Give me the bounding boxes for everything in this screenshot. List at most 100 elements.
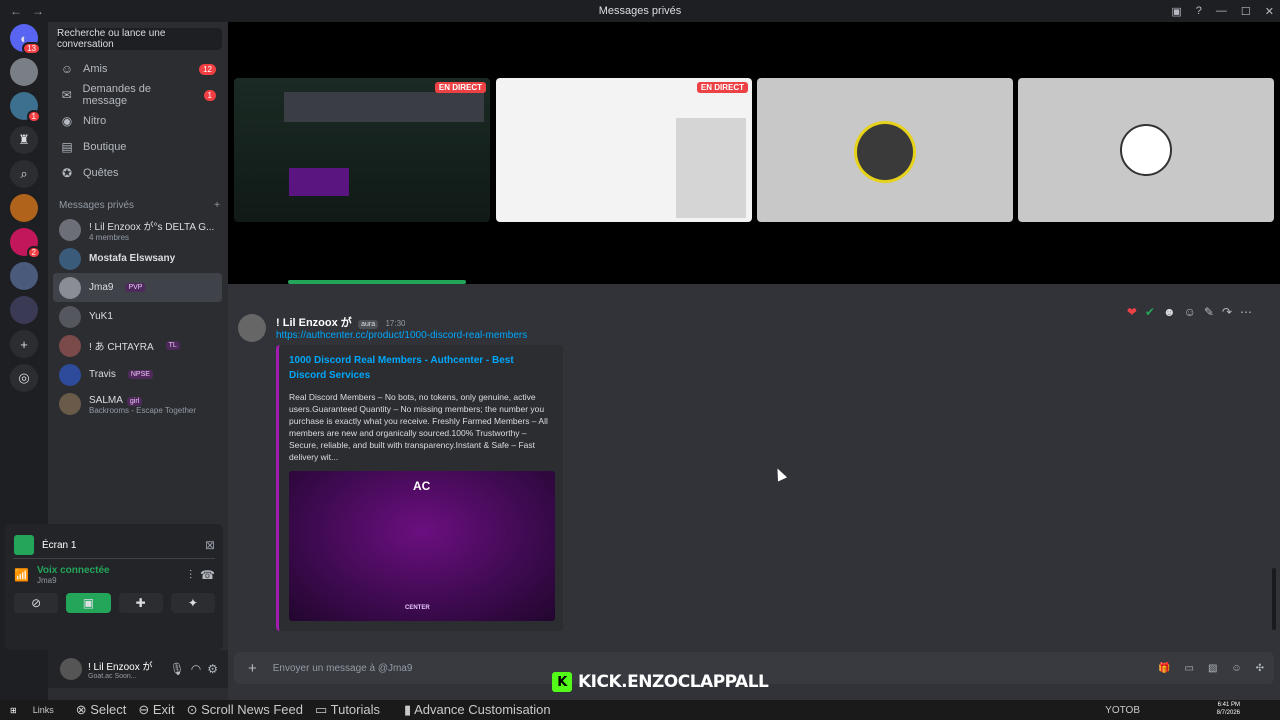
soundboard-button[interactable]: ✦: [170, 593, 215, 613]
dm-name: Mostafa Elswsany: [89, 253, 176, 264]
minimize-icon[interactable]: —: [1216, 5, 1227, 17]
avatar[interactable]: [60, 658, 82, 680]
shop-icon: ▤: [61, 140, 73, 154]
forward-arrow-icon[interactable]: →: [32, 4, 44, 18]
close-icon[interactable]: ✕: [1265, 5, 1274, 18]
camera-off-button[interactable]: ⊘: [14, 593, 59, 613]
stream-tile[interactable]: EN DIRECT: [496, 78, 752, 222]
avatar: [59, 392, 81, 415]
taskbar-item[interactable]: ⊙ Scroll News Feed: [187, 702, 303, 718]
edit-icon[interactable]: ✎: [1204, 305, 1214, 319]
apps-icon[interactable]: ✣: [1256, 663, 1264, 674]
quests-icon: ✪: [61, 166, 73, 180]
stream-tile[interactable]: [757, 78, 1013, 222]
add-reaction-icon[interactable]: ☺: [1184, 305, 1196, 319]
message-link[interactable]: https://authcenter.cc/product/1000-disco…: [276, 330, 527, 341]
server-icon[interactable]: [10, 58, 38, 86]
server-icon[interactable]: 1: [10, 92, 41, 123]
nav-quests[interactable]: ✪ Quêtes: [54, 160, 222, 186]
dm-item[interactable]: Travis NPSE: [53, 360, 222, 389]
nav-arrows: ← →: [0, 4, 44, 18]
taskbar-item[interactable]: ⊖ Exit: [138, 702, 174, 718]
discord-home-icon[interactable]: ◐ 13: [10, 24, 41, 55]
clock[interactable]: 6:41 PM 8/7/2026: [1217, 701, 1240, 717]
avatar[interactable]: [238, 314, 266, 342]
taskbar-item[interactable]: ⊗ Select: [76, 702, 127, 718]
more-icon[interactable]: ⋯: [1240, 305, 1252, 319]
settings-gear-icon[interactable]: ⚙: [207, 662, 218, 676]
server-icon[interactable]: [10, 194, 38, 222]
composer-placeholder[interactable]: Envoyer un message à @Jma9: [273, 663, 413, 674]
stop-share-icon[interactable]: ⊠: [205, 538, 215, 552]
activities-button[interactable]: ✚: [118, 593, 163, 613]
inbox-icon[interactable]: ▣: [1171, 5, 1181, 18]
gif-icon[interactable]: ▭: [1184, 663, 1193, 674]
nav-nitro[interactable]: ◉ Nitro: [54, 108, 222, 134]
add-server-icon[interactable]: +: [10, 330, 38, 358]
help-icon[interactable]: ?: [1196, 5, 1202, 17]
screen-share-button[interactable]: ▣: [66, 593, 111, 613]
back-arrow-icon[interactable]: ←: [10, 4, 22, 18]
nav-label: Demandes de message: [82, 83, 152, 107]
server-icon[interactable]: ♜: [10, 126, 38, 154]
dm-item[interactable]: Mostafa Elswsany: [53, 244, 222, 273]
signal-icon: 📶: [14, 568, 29, 582]
dm-tag: PVP: [125, 283, 146, 292]
message-author[interactable]: ! Lil Enzoox が: [276, 317, 352, 329]
discover-icon[interactable]: ◎: [10, 364, 38, 392]
clock-time: 6:41 PM: [1217, 702, 1240, 708]
maximize-icon[interactable]: ☐: [1241, 5, 1251, 18]
taskbar-item[interactable]: ▭ Tutorials: [315, 702, 380, 718]
embed-image[interactable]: AC CENTER: [289, 471, 555, 621]
taskbar-item[interactable]: YOTOB: [1105, 705, 1140, 716]
nav-badge: 1: [203, 89, 216, 101]
dm-item[interactable]: ! あ CHTAYRA TL: [53, 331, 222, 360]
start-icon[interactable]: ⊞: [10, 706, 17, 715]
forward-icon[interactable]: ↷: [1222, 305, 1232, 319]
stream-tile[interactable]: [1018, 78, 1274, 222]
stream-tile[interactable]: EN DIRECT: [234, 78, 490, 222]
sticker-icon[interactable]: ▧: [1208, 663, 1217, 674]
server-badge: 13: [22, 42, 41, 55]
laugh-reaction-icon[interactable]: ☻: [1163, 305, 1176, 319]
headset-icon[interactable]: ◠: [191, 662, 201, 676]
gift-icon[interactable]: 🎁: [1158, 663, 1170, 674]
search-conversation-button[interactable]: Recherche ou lance une conversation: [57, 28, 222, 50]
mic-icon[interactable]: 🎙: [170, 662, 185, 676]
attach-plus-icon[interactable]: +: [248, 660, 257, 677]
search-icon[interactable]: ⌕: [10, 160, 38, 188]
dm-item-selected[interactable]: Jma9 PVP: [53, 273, 222, 302]
heart-reaction-icon[interactable]: ❤: [1127, 305, 1137, 319]
dm-sub: Backrooms - Escape Together: [89, 406, 197, 415]
taskbar-item-label: Tutorials: [330, 702, 380, 717]
emoji-icon[interactable]: ☺: [1231, 663, 1241, 674]
nav-friends[interactable]: ☺ Amis 12: [54, 56, 222, 82]
create-dm-plus-icon[interactable]: +: [214, 200, 220, 211]
dm-item[interactable]: SALMA girl Backrooms - Escape Together: [53, 389, 222, 418]
mail-icon: ✉: [61, 88, 72, 102]
nav-message-requests[interactable]: ✉ Demandes de message 1: [54, 82, 222, 108]
embed-footer-text: CENTER: [405, 605, 430, 611]
screen-label: Écran 1: [42, 539, 77, 551]
taskbar-links[interactable]: Links: [33, 705, 54, 715]
server-icon[interactable]: [10, 296, 38, 324]
kick-channel-text: KICK.ENZOCLAPPALL: [578, 672, 769, 692]
user-name: ! Lil Enzoox が: [88, 662, 153, 673]
dm-item[interactable]: YuK1: [53, 302, 222, 331]
window-titlebar: ← → Messages privés ▣ ? — ☐ ✕: [0, 0, 1280, 22]
server-icon[interactable]: [10, 262, 38, 290]
check-reaction-icon[interactable]: ✔: [1145, 305, 1155, 319]
disconnect-icon[interactable]: ☎: [200, 568, 215, 582]
taskbar-item[interactable]: ▮ Advance Customisation: [404, 702, 551, 718]
dm-item[interactable]: ! Lil Enzoox が°s DELTA G... 4 membres: [53, 215, 222, 244]
main-content: EN DIRECT EN DIRECT ❤ ✔ ☻ ☺ ✎ ↷ ⋯ ! Lil …: [228, 22, 1280, 700]
live-badge: EN DIRECT: [434, 82, 486, 93]
kick-overlay: K KICK.ENZOCLAPPALL: [552, 671, 769, 693]
embed-title[interactable]: 1000 Discord Real Members - Authcenter -…: [289, 353, 553, 383]
noise-suppression-icon[interactable]: ⫶: [189, 568, 192, 583]
server-icon[interactable]: 2: [10, 228, 41, 259]
stream-grid: EN DIRECT EN DIRECT: [228, 22, 1280, 284]
scrollbar[interactable]: [1272, 568, 1276, 630]
author-badge: aura: [358, 320, 379, 329]
nav-shop[interactable]: ▤ Boutique: [54, 134, 222, 160]
